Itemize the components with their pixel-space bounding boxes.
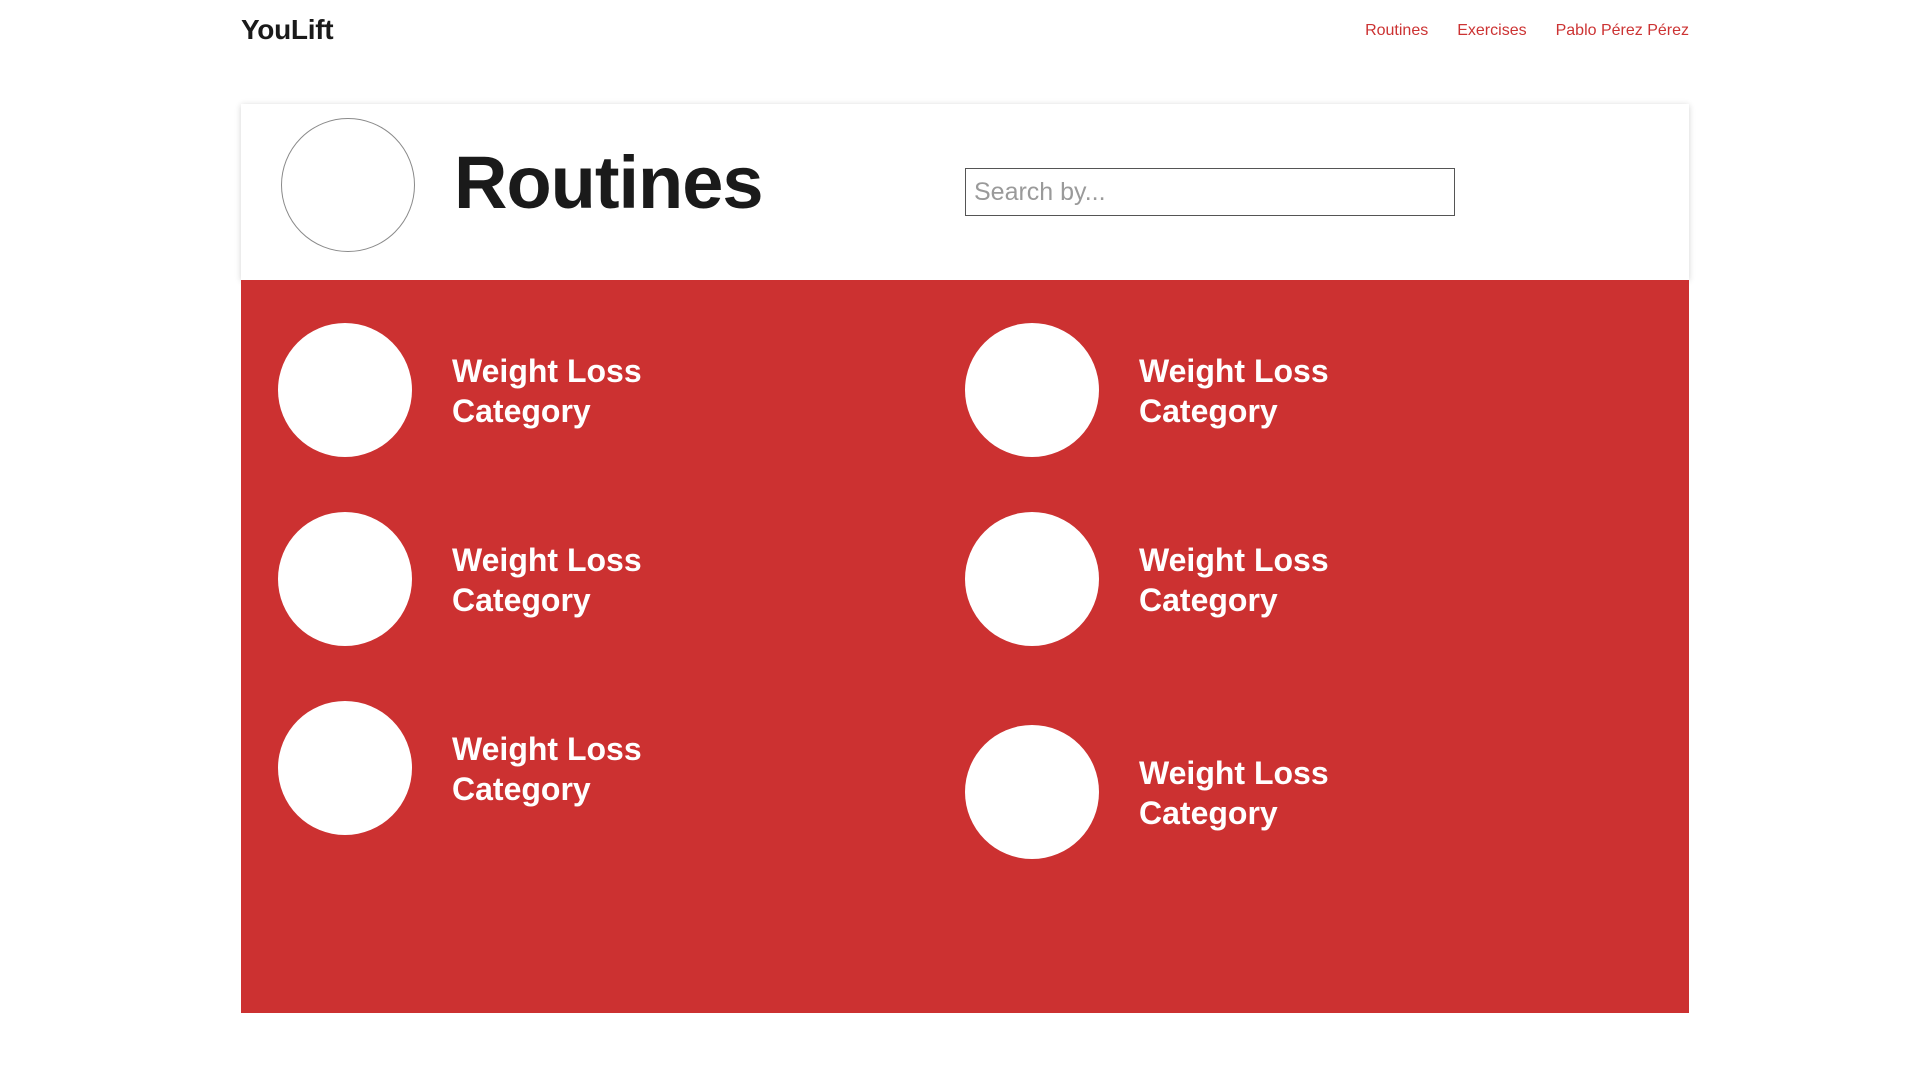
page-header-avatar [281,118,415,252]
nav-link-exercises[interactable]: Exercises [1457,22,1526,40]
routine-avatar [278,512,412,646]
routine-title: Weight Loss Category [452,353,642,429]
brand-logo[interactable]: YouLift [241,14,334,46]
routine-card[interactable]: Weight Loss Category [965,512,1525,648]
routine-card[interactable]: Weight Loss Category [278,512,838,648]
routine-title: Weight Loss Category [452,542,642,618]
routine-avatar [965,725,1099,859]
routine-card[interactable]: Weight Loss Category [278,323,838,459]
routine-card[interactable]: Weight Loss Category [965,323,1525,459]
routines-panel: Weight Loss Category Weight Loss Categor… [241,280,1689,1013]
page: YouLift Routines Exercises Pablo Pérez P… [0,0,1920,1079]
routine-avatar [965,512,1099,646]
routine-avatar [278,323,412,457]
routine-card[interactable]: Weight Loss Category [965,725,1525,861]
routine-title: Weight Loss Category [1139,755,1329,831]
routine-title: Weight Loss Category [1139,542,1329,618]
routine-title: Weight Loss Category [452,731,642,807]
search-input[interactable] [965,168,1455,216]
top-nav: Routines Exercises Pablo Pérez Pérez [1365,22,1689,40]
nav-link-user-profile[interactable]: Pablo Pérez Pérez [1556,22,1689,40]
nav-link-routines[interactable]: Routines [1365,22,1428,40]
routine-avatar [965,323,1099,457]
page-header-card: Routines [241,104,1689,280]
routine-avatar [278,701,412,835]
routine-title: Weight Loss Category [1139,353,1329,429]
routine-card[interactable]: Weight Loss Category [278,701,838,837]
page-title: Routines [454,141,764,224]
